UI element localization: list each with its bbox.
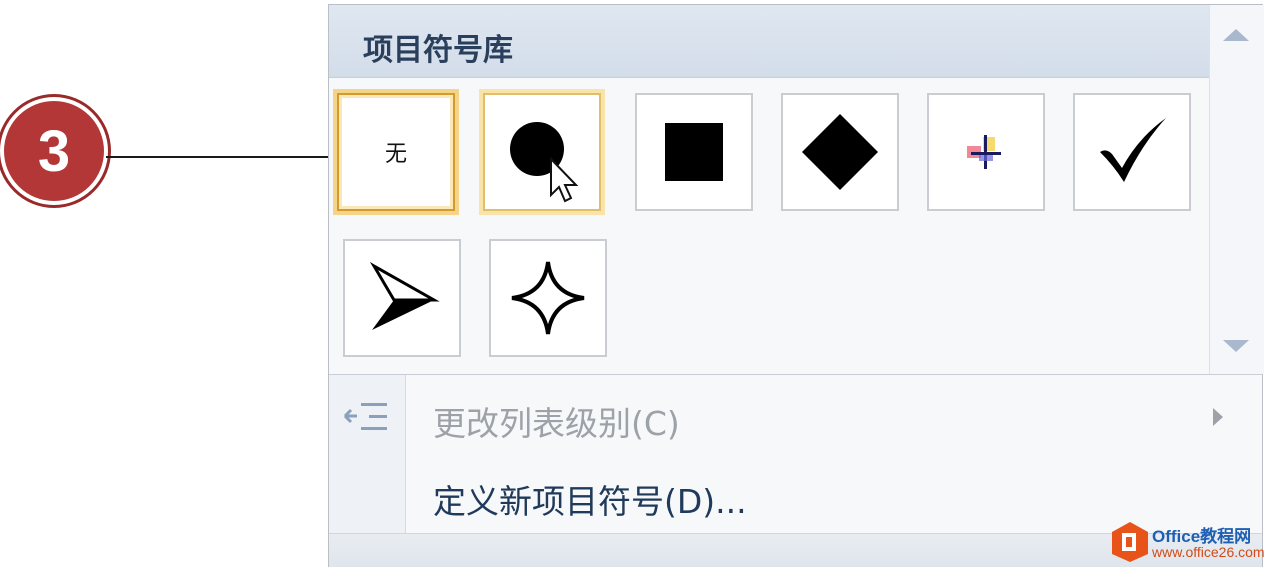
bullet-none[interactable]: 无 — [337, 93, 455, 211]
gallery-title: 项目符号库 — [363, 33, 513, 68]
none-label: 无 — [384, 142, 407, 167]
step-number-callout: 3 — [0, 97, 108, 205]
step-number: 3 — [37, 118, 71, 184]
gallery-scrollbar[interactable] — [1209, 5, 1264, 374]
office-logo-icon — [1112, 522, 1148, 562]
bullet-color-cross[interactable] — [927, 93, 1045, 211]
bullet-arrowhead[interactable] — [343, 239, 461, 357]
bullet-four-point-star[interactable] — [489, 239, 607, 357]
submenu-arrow-icon — [1213, 408, 1223, 426]
color-cross-icon — [967, 135, 1001, 169]
change-list-level-icon — [343, 403, 387, 430]
filled-square-icon — [665, 123, 723, 181]
mouse-cursor-icon — [550, 156, 579, 203]
gallery-header: 项目符号库 — [329, 5, 1209, 78]
bullet-filled-square[interactable] — [635, 93, 753, 211]
watermark-url: www.office26.com — [1152, 544, 1265, 560]
arrowhead-icon — [369, 261, 440, 330]
bullet-checkmark[interactable] — [1073, 93, 1191, 211]
watermark: Office教程网 www.office26.com — [1108, 520, 1266, 568]
checkmark-icon — [1100, 118, 1166, 182]
filled-circle-icon — [510, 122, 579, 203]
gallery-divider — [329, 374, 1262, 375]
bullet-library-dropdown: 项目符号库 无 更改列表级别(C) 定义新项目符号(D)... — [328, 4, 1264, 567]
filled-diamond-icon — [802, 114, 878, 190]
bullet-filled-circle[interactable] — [483, 93, 601, 211]
menu-gutter — [329, 375, 406, 533]
scroll-down-icon[interactable] — [1223, 340, 1249, 352]
scroll-up-icon[interactable] — [1223, 29, 1249, 41]
change-list-level-menu-item[interactable]: 更改列表级别(C) — [433, 397, 680, 445]
define-new-bullet-menu-item[interactable]: 定义新项目符号(D)... — [433, 475, 747, 523]
four-point-star-icon — [511, 261, 585, 335]
bullet-filled-diamond[interactable] — [781, 93, 899, 211]
